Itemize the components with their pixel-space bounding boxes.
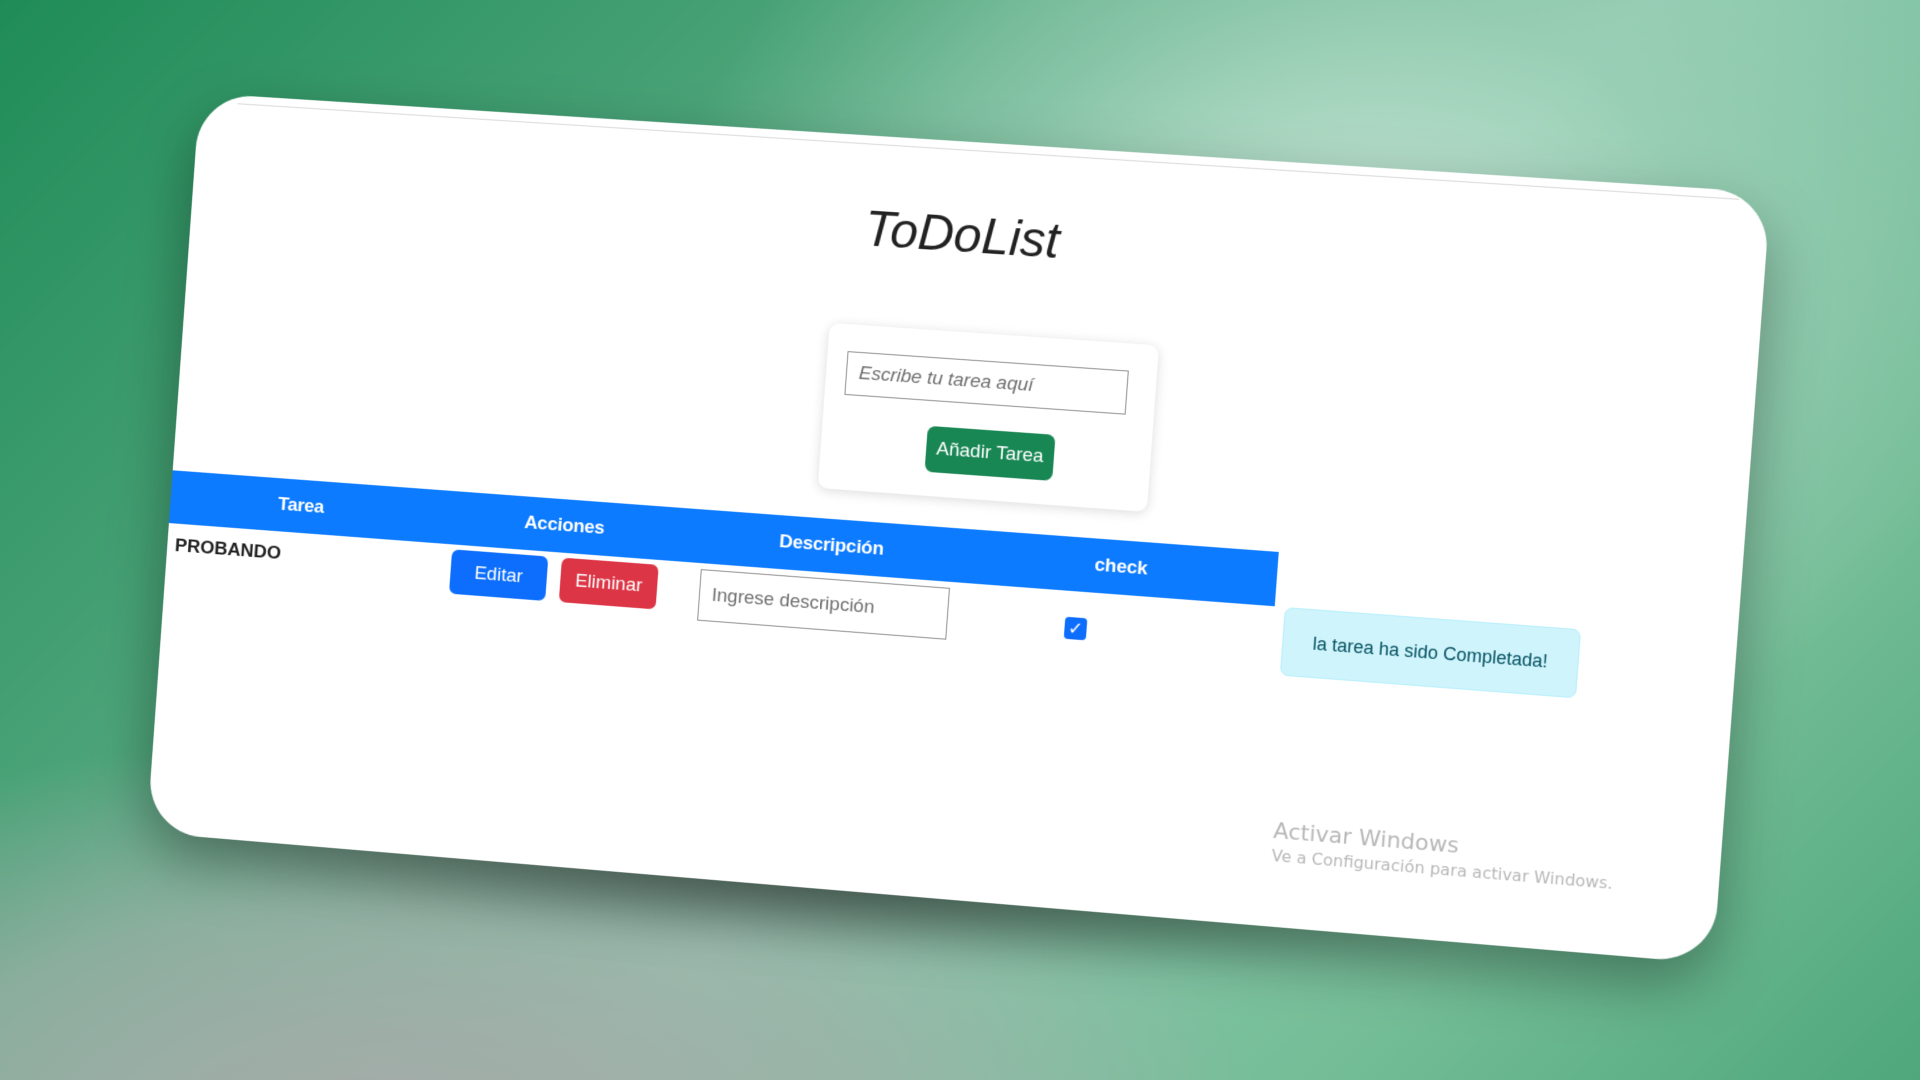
add-task-button[interactable]: Añadir Tarea (924, 425, 1056, 481)
alert-message: la tarea ha sido Completada! (1311, 633, 1549, 672)
header-tarea: Tarea (277, 493, 325, 518)
complete-checkbox[interactable]: ✓ (1063, 616, 1088, 641)
task-name: PROBANDO (174, 535, 282, 564)
description-input[interactable] (697, 569, 950, 640)
header-descripcion: Descripción (778, 531, 885, 560)
header-acciones: Acciones (523, 512, 606, 539)
check-icon: ✓ (1067, 617, 1084, 640)
task-form: Añadir Tarea (817, 322, 1159, 512)
task-input[interactable] (844, 351, 1129, 415)
header-check: check (1093, 554, 1149, 580)
app-window: ToDoList Añadir Tarea Tarea Acciones Des… (146, 92, 1771, 964)
delete-button[interactable]: Eliminar (558, 557, 659, 610)
edit-button[interactable]: Editar (448, 549, 549, 601)
page-title: ToDoList (862, 200, 1062, 270)
windows-activation-watermark: Activar Windows Ve a Configuración para … (1271, 819, 1616, 893)
completion-alert: la tarea ha sido Completada! (1279, 607, 1582, 699)
